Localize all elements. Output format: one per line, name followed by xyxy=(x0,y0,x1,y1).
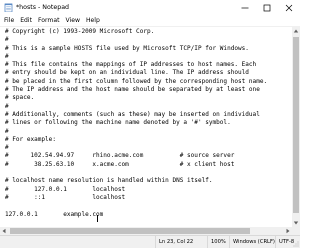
notepad-icon[interactable] xyxy=(4,3,13,12)
scrollbar-corner xyxy=(292,227,300,235)
horizontal-scrollbar[interactable] xyxy=(0,227,292,235)
menu-help[interactable]: Help xyxy=(83,15,103,26)
menu-view[interactable]: View xyxy=(63,15,83,26)
minimize-button[interactable] xyxy=(234,0,256,15)
close-icon xyxy=(285,4,293,11)
status-bar: Ln 23, Col 22 100% Windows (CRLF) UTF-8 xyxy=(0,235,300,248)
scroll-up-button[interactable] xyxy=(292,27,300,35)
arrow-left-icon xyxy=(2,228,6,234)
text-caret xyxy=(97,215,98,222)
maximize-button[interactable] xyxy=(256,0,278,15)
line-ending: Windows (CRLF) xyxy=(229,236,279,248)
cursor-position: Ln 23, Col 22 xyxy=(155,236,211,248)
window-title: *hosts - Notepad xyxy=(16,4,70,11)
caption-buttons xyxy=(234,0,300,15)
text-editor[interactable]: # Copyright (c) 1993-2009 Microsoft Corp… xyxy=(1,27,291,227)
maximize-icon xyxy=(263,4,271,11)
title-bar[interactable]: *hosts - Notepad xyxy=(0,0,300,15)
minimize-icon xyxy=(241,7,249,8)
scroll-down-button[interactable] xyxy=(292,219,300,227)
menu-bar: File Edit Format View Help xyxy=(0,15,300,27)
notepad-window: *hosts - Notepad File Edit Format View H… xyxy=(0,0,300,248)
close-button[interactable] xyxy=(278,0,300,15)
menu-file[interactable]: File xyxy=(0,15,17,26)
arrow-up-icon xyxy=(293,29,299,33)
resize-grip-icon[interactable] xyxy=(293,241,299,247)
horizontal-scroll-thumb[interactable] xyxy=(10,228,250,234)
arrow-right-icon xyxy=(286,228,290,234)
editor-content[interactable]: # Copyright (c) 1993-2009 Microsoft Corp… xyxy=(5,28,267,219)
vertical-scroll-thumb[interactable] xyxy=(293,37,299,213)
vertical-scrollbar[interactable] xyxy=(292,27,300,227)
menu-edit[interactable]: Edit xyxy=(17,15,35,26)
arrow-down-icon xyxy=(293,221,299,225)
menu-format[interactable]: Format xyxy=(35,15,62,26)
scroll-right-button[interactable] xyxy=(284,227,292,235)
scroll-left-button[interactable] xyxy=(0,227,8,235)
